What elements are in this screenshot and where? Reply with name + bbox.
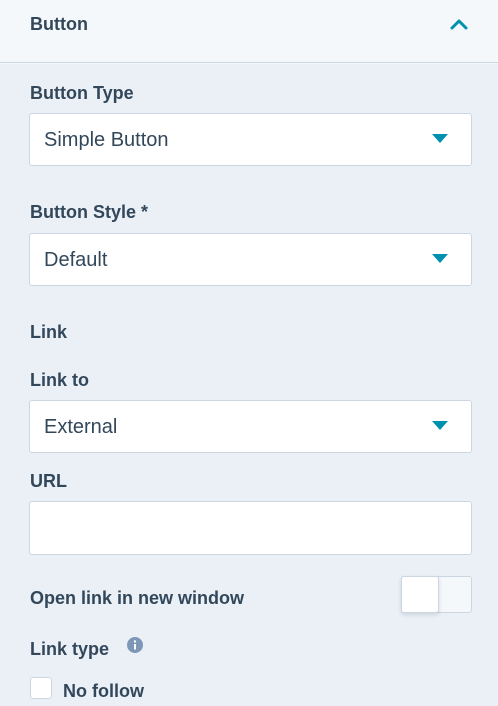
button-type-select[interactable]: Simple Button bbox=[29, 113, 472, 166]
link-to-select[interactable]: External bbox=[29, 400, 472, 453]
link-heading: Link bbox=[30, 322, 68, 342]
link-type-label: Link type bbox=[30, 639, 110, 659]
link-to-label: Link to bbox=[30, 370, 89, 390]
toggle-knob bbox=[401, 576, 439, 613]
section-header: Button bbox=[0, 0, 498, 63]
collapse-section-button[interactable] bbox=[446, 12, 472, 36]
url-input[interactable] bbox=[29, 501, 472, 555]
open-new-window-toggle[interactable] bbox=[401, 576, 472, 613]
caret-down-icon bbox=[432, 134, 448, 143]
link-to-value: External bbox=[44, 416, 118, 438]
no-follow-label[interactable]: No follow bbox=[63, 680, 144, 702]
button-type-value: Simple Button bbox=[44, 129, 169, 151]
caret-down-icon bbox=[432, 254, 448, 263]
no-follow-checkbox[interactable] bbox=[30, 677, 52, 699]
open-new-window-label: Open link in new window bbox=[30, 588, 245, 608]
button-style-label: Button Style * bbox=[30, 202, 149, 222]
button-style-value: Default bbox=[44, 249, 108, 271]
info-icon[interactable] bbox=[127, 637, 143, 653]
section-title: Button bbox=[30, 14, 88, 34]
button-style-select[interactable]: Default bbox=[29, 233, 472, 286]
button-type-label: Button Type bbox=[30, 83, 134, 103]
caret-down-icon bbox=[432, 421, 448, 430]
url-label: URL bbox=[30, 471, 67, 491]
chevron-up-icon bbox=[450, 19, 468, 30]
